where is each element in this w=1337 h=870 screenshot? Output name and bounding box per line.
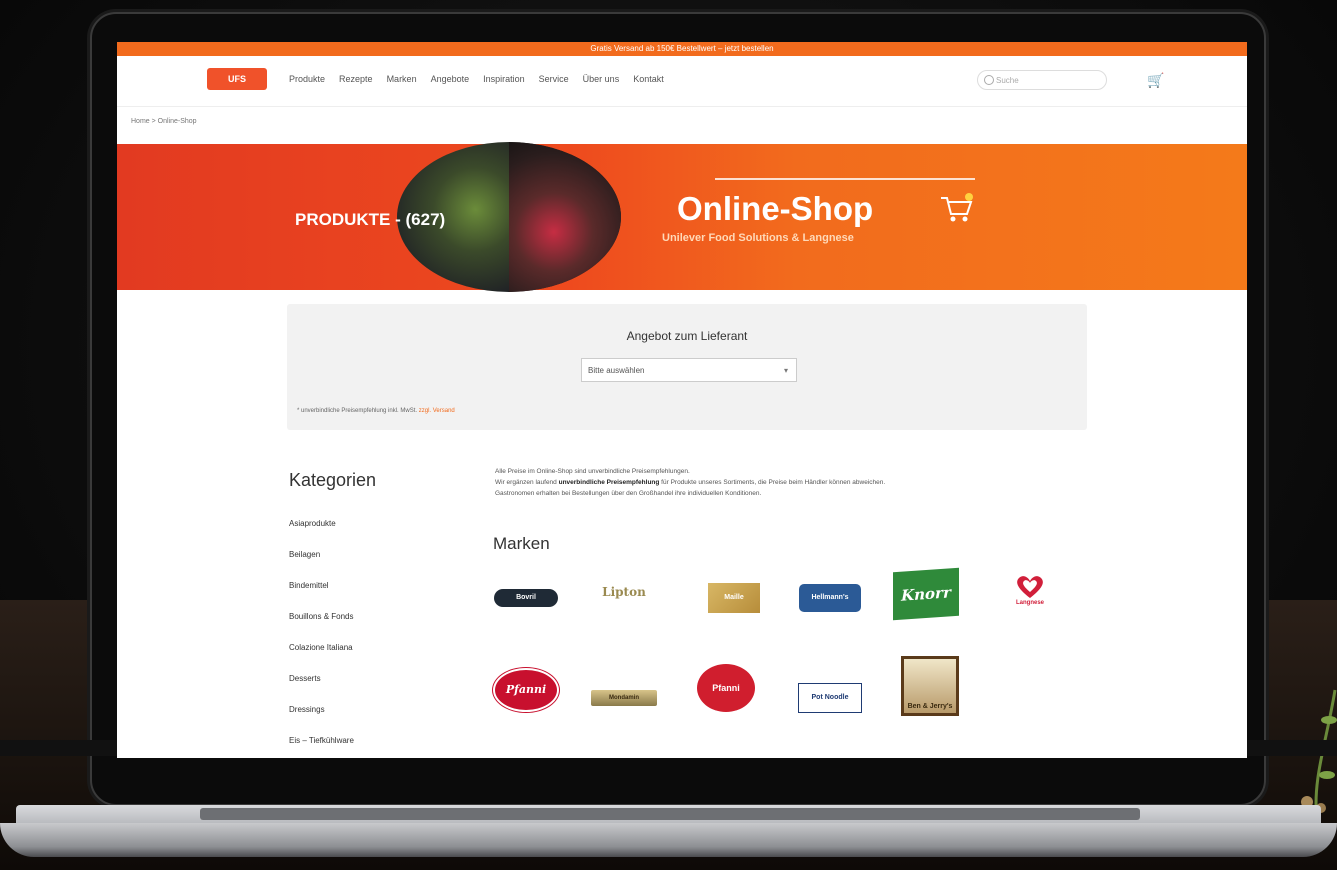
site-header: UFS Produkte Rezepte Marken Angebote Ins… [117,56,1247,107]
brand-logo-label: Ben & Jerry's [901,656,959,716]
brand-logo-label: Mondamin [591,690,657,706]
description-line-2: Wir ergänzen laufend unverbindliche Prei… [495,477,1065,488]
description-line-2-end: für Produkte unseres Sortiments, die Pre… [659,479,886,486]
category-item[interactable]: Dressings [289,704,354,735]
brands-title: Marken [493,534,550,553]
cart-icon[interactable]: 🛒 [1147,72,1165,88]
chevron-down-icon: ▾ [783,366,788,375]
brand-logo-label: Bovril [494,589,558,607]
heart-icon [1017,576,1043,598]
price-note-text: * unverbindliche Preisempfehlung inkl. M… [297,408,418,414]
search-icon [984,75,994,85]
brand-logo-pfanni-kartoffel[interactable]: Pfanni Kartoffel [693,664,759,741]
brand-logo-lipton[interactable]: Lipton [591,570,657,614]
brand-logo-hellmanns[interactable]: Hellmann's [797,576,863,620]
nav-item-marken[interactable]: Marken [387,74,417,84]
category-item[interactable]: Desserts [289,673,354,704]
nav-item-ueber-uns[interactable]: Über uns [583,74,620,84]
laptop-base [0,823,1337,857]
brand-logo-label: Hellmann's [799,584,861,612]
brand-logo-ben-jerrys[interactable]: Ben & Jerry's [897,656,963,716]
supplier-select[interactable]: Bitte auswählen ▾ [581,358,797,382]
description-line-2-start: Wir ergänzen laufend [495,479,559,486]
shop-description: Alle Preise im Online-Shop sind unverbin… [495,466,1065,499]
nav-item-kontakt[interactable]: Kontakt [633,74,664,84]
categories-title: Kategorien [289,470,377,490]
banner-subtitle: Unilever Food Solutions & Langnese [662,232,854,244]
hero-banner: PRODUKTE - (627) Online-Shop Unilever Fo… [117,142,1247,292]
price-note-link[interactable]: zzgl. Versand [419,408,455,414]
promo-bar[interactable]: Gratis Versand ab 150€ Bestellwert – jet… [117,42,1247,56]
brand-logo-label: Langnese [1015,600,1044,606]
brand-logo-label: Pfanni [493,668,559,712]
brand-logo-label: Pfanni Kartoffel [697,664,755,741]
category-item[interactable]: Eis – Tiefkühlware [289,735,354,758]
breadcrumb[interactable]: Home > Online-Shop [131,118,197,125]
nav-item-inspiration[interactable]: Inspiration [483,74,525,84]
brand-logo-mondamin[interactable]: Mondamin [591,676,657,720]
nav-item-produkte[interactable]: Produkte [289,74,325,84]
category-item[interactable]: Bouillons & Fonds [289,611,354,642]
offer-title: Angebot zum Lieferant [626,329,748,343]
shopping-cart-icon [941,193,973,222]
category-item[interactable]: Colazione Italiana [289,642,354,673]
description-line-2-bold: unverbindliche Preisempfehlung [558,479,660,486]
browser-screen: Gratis Versand ab 150€ Bestellwert – jet… [117,42,1247,758]
banner-product-count: PRODUKTE - (627) [295,210,446,229]
description-line-1: Alle Preise im Online-Shop sind unverbin… [495,468,690,475]
brand-logo-label: Lipton [602,585,646,599]
nav-item-rezepte[interactable]: Rezepte [339,74,373,84]
brand-logo-knorr[interactable]: Knorr [893,567,959,621]
banner-divider [715,178,975,180]
nav-item-angebote[interactable]: Angebote [431,74,470,84]
brand-logo-langnese[interactable]: Langnese [997,568,1063,612]
description-line-3: Gastronomen erhalten bei Bestellungen üb… [495,490,762,497]
supplier-select-value: Bitte auswählen [588,366,645,375]
site-logo[interactable]: UFS [207,68,267,90]
banner-title: Online-Shop [677,190,874,227]
nav-item-service[interactable]: Service [539,74,569,84]
brand-logo-pot-noodle[interactable]: Pot Noodle [797,676,863,720]
search-placeholder: Suche [996,76,1019,85]
price-note: * unverbindliche Preisempfehlung inkl. M… [297,408,455,414]
banner-food-image-right [509,142,621,292]
brand-logo-label: Pot Noodle [798,683,862,713]
laptop-hinge [200,808,1140,820]
main-nav: Produkte Rezepte Marken Angebote Inspira… [289,74,664,84]
category-item[interactable]: Beilagen [289,549,354,580]
brand-logo-pfanni[interactable]: Pfanni [493,668,559,712]
category-item[interactable]: Asiaprodukte [289,518,354,549]
category-item[interactable]: Bindemittel [289,580,354,611]
brand-logo-bovril[interactable]: Bovril [493,576,559,620]
brand-logo-maille[interactable]: Maille [701,576,767,620]
categories-list: Asiaprodukte Beilagen Bindemittel Bouill… [289,518,354,758]
brand-logo-label: Knorr [893,567,959,621]
search-input[interactable]: Suche [977,70,1107,90]
supplier-offer-panel: Angebot zum Lieferant Bitte auswählen ▾ … [287,304,1087,430]
brand-logo-label: Maille [708,583,760,613]
